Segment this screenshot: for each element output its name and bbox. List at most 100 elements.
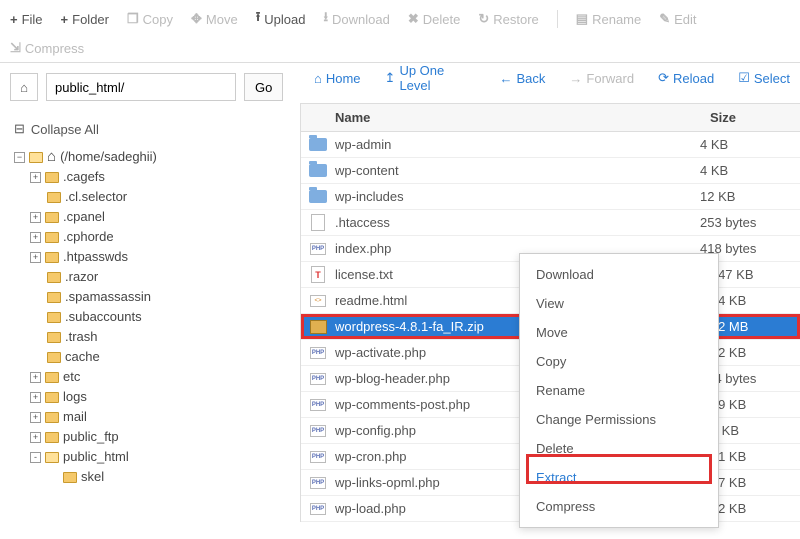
tree-item-label: .spamassassin xyxy=(65,287,151,307)
nav-select[interactable]: ☑Select xyxy=(738,70,790,86)
folder-icon xyxy=(45,392,59,403)
tree-item[interactable]: +.cagefs xyxy=(30,167,290,187)
menu-item-change-permissions[interactable]: Change Permissions xyxy=(520,405,718,434)
tree-item[interactable]: .trash xyxy=(30,327,290,347)
tree-item[interactable]: .spamassassin xyxy=(30,287,290,307)
menu-item-view[interactable]: View xyxy=(520,289,718,318)
file-size: 4 KB xyxy=(700,137,800,152)
nav-up[interactable]: ↥Up One Level xyxy=(385,63,476,93)
tree-item[interactable]: skel xyxy=(46,467,290,487)
expand-toggle-icon[interactable]: + xyxy=(30,432,41,443)
folder-icon xyxy=(45,372,59,383)
collapse-all-button[interactable]: ⊟ Collapse All xyxy=(14,117,290,147)
nav-home[interactable]: ⌂Home xyxy=(314,71,361,86)
expand-toggle-icon[interactable]: + xyxy=(30,372,41,383)
restore-icon: ↻ xyxy=(478,11,489,27)
file-row[interactable]: wp-content4 KB xyxy=(301,158,800,184)
collapse-toggle-icon[interactable]: − xyxy=(14,152,25,163)
file-name: wp-admin xyxy=(335,137,700,152)
tree-item[interactable]: .subaccounts xyxy=(30,307,290,327)
navigation-bar: ⌂Home ↥Up One Level ←Back →Forward ⟳Relo… xyxy=(300,63,800,103)
download-icon: ⭳ xyxy=(323,8,328,30)
new-folder-button[interactable]: +Folder xyxy=(61,12,109,27)
tree-item[interactable]: + .htpasswds xyxy=(30,247,290,267)
home-button[interactable]: ⌂ xyxy=(10,73,38,101)
html-file-icon: <> xyxy=(310,295,326,307)
tree-item[interactable]: +.cphorde xyxy=(30,227,290,247)
nav-forward: →Forward xyxy=(569,71,634,86)
new-file-button[interactable]: +File xyxy=(10,12,43,27)
col-name-header[interactable]: Name xyxy=(301,104,700,131)
check-icon: ☑ xyxy=(738,70,750,86)
menu-item-move[interactable]: Move xyxy=(520,318,718,347)
path-input[interactable] xyxy=(46,73,236,101)
tree-item[interactable]: +.cpanel xyxy=(30,207,290,227)
menu-item-download[interactable]: Download xyxy=(520,260,718,289)
tree-item-label: logs xyxy=(63,387,87,407)
tree-item[interactable]: + logs xyxy=(30,387,290,407)
txt-file-icon: T xyxy=(311,266,325,283)
expand-toggle-icon[interactable]: + xyxy=(30,392,41,403)
home-icon: ⌂ xyxy=(314,71,322,86)
tree-item[interactable]: -public_html xyxy=(30,447,290,467)
folder-icon xyxy=(45,432,59,443)
tree-item-label: .cl.selector xyxy=(65,187,127,207)
menu-item-delete[interactable]: Delete xyxy=(520,434,718,463)
upload-button[interactable]: ⭱Upload xyxy=(256,8,306,30)
go-button[interactable]: Go xyxy=(244,73,283,101)
expand-toggle-icon[interactable]: + xyxy=(30,172,41,183)
menu-item-compress[interactable]: Compress xyxy=(520,492,718,521)
table-header: Name Size xyxy=(301,103,800,132)
upload-icon: ⭱ xyxy=(256,8,261,30)
reload-icon: ⟳ xyxy=(658,70,669,86)
php-file-icon: PHP xyxy=(310,243,326,255)
home-icon: ⌂ xyxy=(47,147,56,167)
tree-item-label: etc xyxy=(63,367,80,387)
move-icon: ✥ xyxy=(191,11,202,27)
menu-item-copy[interactable]: Copy xyxy=(520,347,718,376)
edit-button: ✎Edit xyxy=(659,11,696,27)
copy-icon: ❐ xyxy=(127,11,139,27)
file-panel: Name Size wp-admin4 KBwp-content4 KBwp-i… xyxy=(300,103,800,522)
compress-button: ⇲Compress xyxy=(10,40,84,56)
tree-item-label: skel xyxy=(81,467,104,487)
menu-item-extract[interactable]: Extract xyxy=(520,463,718,492)
file-size: 12 KB xyxy=(700,189,800,204)
plus-icon: + xyxy=(61,12,69,27)
expand-toggle-icon[interactable]: + xyxy=(30,412,41,423)
tree-item[interactable]: cache xyxy=(30,347,290,367)
folder-icon xyxy=(63,472,77,483)
tree-item-label: .trash xyxy=(65,327,98,347)
file-row[interactable]: wp-includes12 KB xyxy=(301,184,800,210)
tree-item[interactable]: + public_ftp xyxy=(30,427,290,447)
menu-item-rename[interactable]: Rename xyxy=(520,376,718,405)
folder-icon xyxy=(45,172,59,183)
expand-toggle-icon[interactable]: + xyxy=(30,212,41,223)
folder-icon xyxy=(309,190,327,203)
back-icon: ← xyxy=(500,71,513,86)
file-row[interactable]: wp-admin4 KB xyxy=(301,132,800,158)
nav-back[interactable]: ←Back xyxy=(500,71,546,86)
collapse-toggle-icon[interactable]: - xyxy=(30,452,41,463)
context-menu: DownloadViewMoveCopyRenameChange Permiss… xyxy=(519,253,719,528)
tree-item-label: .htpasswds xyxy=(63,247,128,267)
file-icon xyxy=(311,214,325,231)
expand-toggle-icon[interactable]: + xyxy=(30,252,41,263)
tree-item[interactable]: + etc xyxy=(30,367,290,387)
folder-icon xyxy=(47,352,61,363)
tree-root[interactable]: − ⌂ (/home/sadeghii) xyxy=(14,147,290,167)
col-size-header[interactable]: Size xyxy=(700,104,800,131)
tree-item[interactable]: .cl.selector xyxy=(30,187,290,207)
nav-reload[interactable]: ⟳Reload xyxy=(658,70,714,86)
php-file-icon: PHP xyxy=(310,451,326,463)
tree-item[interactable]: .razor xyxy=(30,267,290,287)
php-file-icon: PHP xyxy=(310,347,326,359)
expand-toggle-icon[interactable]: + xyxy=(30,232,41,243)
folder-icon xyxy=(47,192,61,203)
file-row[interactable]: .htaccess253 bytes xyxy=(301,210,800,236)
file-name: .htaccess xyxy=(335,215,700,230)
tree-item-label: public_ftp xyxy=(63,427,119,447)
php-file-icon: PHP xyxy=(310,373,326,385)
tree-item[interactable]: +mail xyxy=(30,407,290,427)
move-button: ✥Move xyxy=(191,11,238,27)
